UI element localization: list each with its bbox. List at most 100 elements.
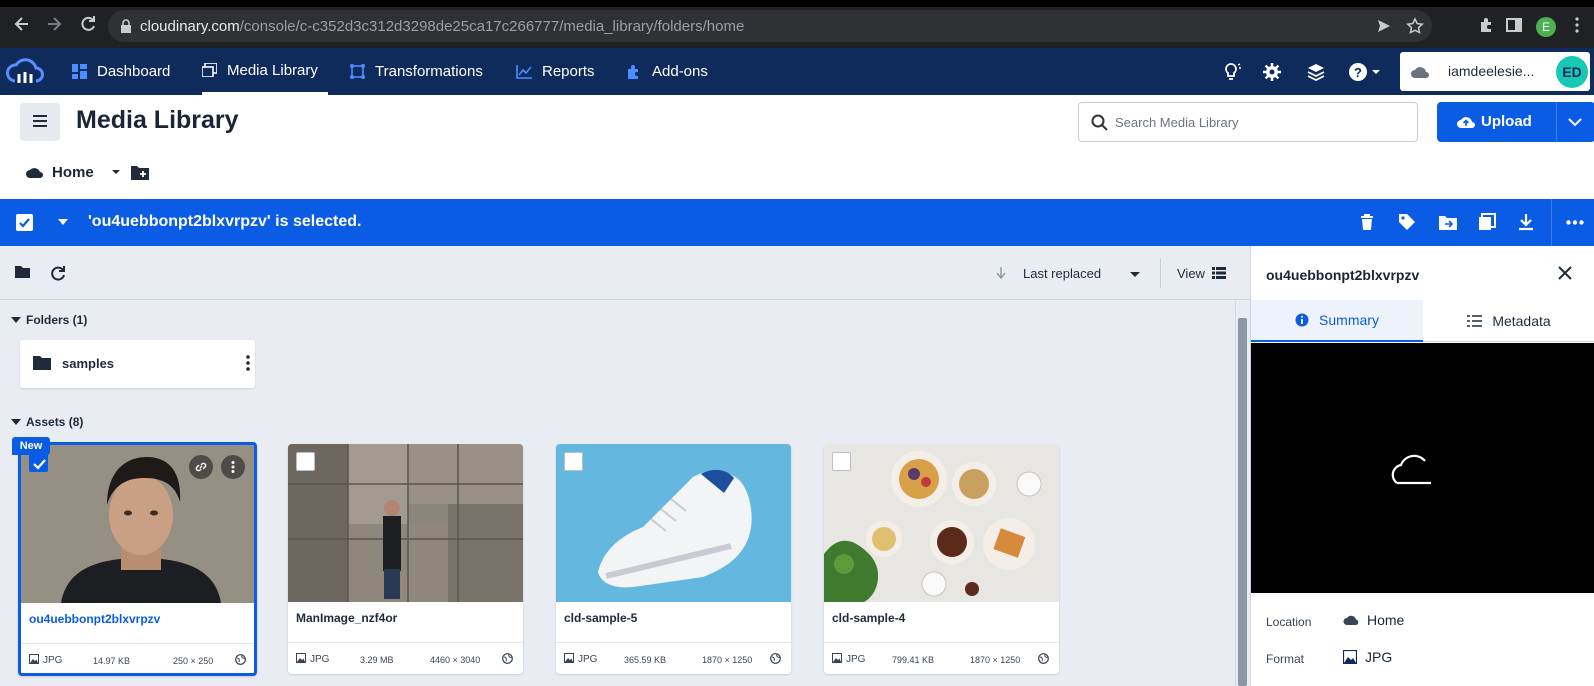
collapse-caret-icon [11,419,21,425]
asset-thumbnail[interactable] [556,444,791,602]
reports-icon [516,64,532,79]
learning-stack-icon[interactable] [1306,62,1326,82]
selection-bar: 'ou4uebbonpt2blxvrpzv' is selected. [0,199,1594,246]
lock-icon [121,19,131,33]
select-all-checkbox[interactable] [16,214,33,231]
profile-avatar[interactable]: E [1536,17,1556,37]
asset-thumbnail[interactable] [21,445,254,603]
asset-preview[interactable] [1251,343,1594,593]
asset-checkbox[interactable] [832,452,851,471]
caret-down-icon[interactable] [102,166,122,178]
address-bar[interactable]: cloudinary.com/console/c-c352d3c312d3298… [108,10,1432,42]
gear-icon[interactable] [1262,62,1282,82]
asset-thumbnail[interactable] [824,444,1059,602]
asset-name[interactable]: ou4uebbonpt2blxvrpzv [29,612,160,626]
globe-icon [770,653,781,664]
refresh-icon[interactable] [50,265,66,281]
breakfast-table-image [824,444,1059,602]
upload-button[interactable]: Upload [1437,102,1594,142]
asset-card[interactable]: ou4uebbonpt2blxvrpzv JPG 14.97 KB 250 × … [18,442,257,676]
view-toggle[interactable]: View [1177,266,1205,281]
image-icon [564,653,574,663]
send-icon[interactable] [1376,18,1392,34]
reload-icon[interactable] [78,14,98,34]
folder-card-samples[interactable]: samples [20,340,255,388]
collapse-caret-icon [11,317,21,323]
image-icon [1343,650,1357,664]
back-icon[interactable] [12,14,32,34]
asset-checkbox[interactable] [296,452,315,471]
url-text: cloudinary.com/console/c-c352d3c312d3298… [140,18,745,35]
more-horizontal-icon[interactable] [1566,220,1584,225]
globe-icon [235,654,246,665]
lightbulb-icon[interactable] [1222,62,1242,82]
cloud-icon [1343,615,1359,625]
app-navigation: Dashboard Media Library Transformations … [0,48,1594,114]
asset-menu-button[interactable] [221,455,245,479]
page-header: Media Library Upload Home [0,95,1594,199]
star-icon[interactable] [1406,17,1424,35]
extensions-icon[interactable] [1478,17,1494,33]
close-icon[interactable] [1558,266,1572,280]
hamburger-icon [33,115,47,127]
sort-caret-icon[interactable] [1129,271,1141,278]
sort-direction-icon[interactable] [996,267,1006,279]
link-icon [195,462,207,472]
asset-thumbnail[interactable] [288,444,523,602]
globe-icon [502,653,513,664]
asset-checkbox[interactable] [29,453,48,472]
account-switcher[interactable]: iamdeelesie... ED [1400,52,1590,91]
folder-icon [33,356,51,370]
asset-meta: JPG 14.97 KB 250 × 250 [21,643,254,673]
more-vertical-icon [231,461,235,473]
selection-caret-icon[interactable] [57,218,69,226]
account-avatar[interactable]: ED [1556,56,1588,88]
move-folder-icon[interactable] [1438,213,1458,231]
asset-checkbox[interactable] [564,452,583,471]
man-with-stone-wall-image [288,444,523,602]
asset-name[interactable]: cld-sample-4 [832,611,905,625]
sort-dropdown[interactable]: Last replaced [1023,266,1101,281]
collection-icon[interactable] [1478,213,1496,231]
side-panel-icon[interactable] [1506,17,1522,33]
list-view-icon[interactable] [1212,267,1226,279]
nav-dashboard[interactable]: Dashboard [72,48,170,95]
nav-transformations[interactable]: Transformations [350,48,483,95]
tag-icon[interactable] [1398,213,1416,231]
asset-card[interactable]: ManImage_nzf4or JPG 3.29 MB 4460 × 3040 [288,444,523,674]
nav-media-library[interactable]: Media Library [202,48,328,95]
asset-card[interactable]: cld-sample-4 JPG 799.41 KB 1870 × 1250 [824,444,1059,674]
location-value[interactable]: Home [1343,612,1404,628]
breadcrumb-home[interactable]: Home [52,164,94,181]
search-box[interactable] [1078,102,1418,142]
tab-summary[interactable]: Summary [1251,300,1423,342]
tab-metadata[interactable]: Metadata [1423,300,1594,342]
search-input[interactable] [1115,103,1405,141]
svg-text:?: ? [1354,65,1362,80]
chevron-down-icon[interactable] [1567,115,1583,129]
media-library-icon [202,63,217,77]
asset-card[interactable]: cld-sample-5 JPG 365.59 KB 1870 × 1250 [556,444,791,674]
loading-cloud-icon [1391,454,1431,485]
assets-section-header[interactable]: Assets (8) [10,415,83,429]
folders-section-header[interactable]: Folders (1) [10,313,87,327]
browser-menu-icon[interactable] [1574,17,1580,33]
new-folder-icon[interactable] [130,163,150,181]
cloudinary-logo-icon[interactable] [6,55,44,87]
forward-icon[interactable] [44,14,64,34]
asset-name[interactable]: cld-sample-5 [564,611,637,625]
scrollbar-thumb[interactable] [1238,318,1247,686]
asset-name[interactable]: ManImage_nzf4or [296,611,397,625]
folder-view-icon[interactable] [14,265,31,279]
nav-add-ons[interactable]: Add-ons [626,48,708,95]
location-label: Location [1266,615,1312,629]
format-label: Format [1266,652,1305,666]
more-vertical-icon[interactable] [246,355,250,371]
sidebar-toggle-button[interactable] [20,103,60,141]
help-icon[interactable]: ? [1348,62,1382,82]
copy-link-button[interactable] [189,455,213,479]
nav-reports[interactable]: Reports [516,48,595,95]
trash-icon[interactable] [1360,213,1374,231]
check-icon [19,218,30,228]
download-icon[interactable] [1518,213,1534,231]
